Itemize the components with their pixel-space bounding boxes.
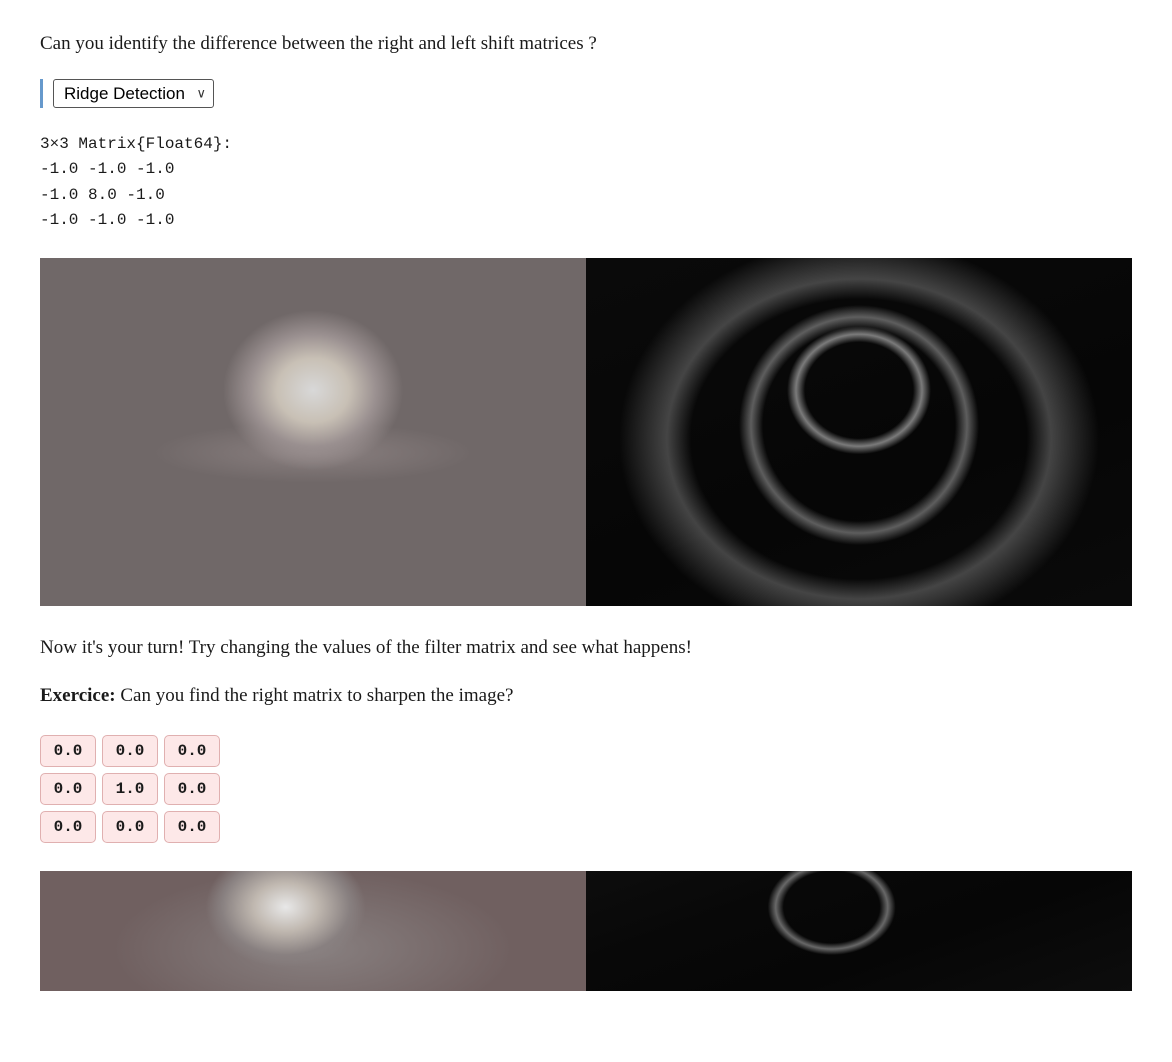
images-container: [40, 258, 1132, 606]
original-coffee-image: [40, 258, 586, 606]
matrix-cell-0-1[interactable]: [102, 735, 158, 767]
matrix-cell-1-2[interactable]: [164, 773, 220, 805]
matrix-cell-1-0[interactable]: [40, 773, 96, 805]
matrix-cell-0-0[interactable]: [40, 735, 96, 767]
matrix-row-2: -1.0 -1.0 -1.0: [40, 208, 1132, 234]
exercise-label: Exercice:: [40, 685, 116, 706]
dropdown-container: Ridge DetectionEdge DetectionSharpenBlur…: [40, 79, 1132, 108]
matrix-input-grid: [40, 735, 1132, 843]
matrix-cell-2-1[interactable]: [102, 811, 158, 843]
original-image-panel: [40, 258, 586, 606]
matrix-cell-0-2[interactable]: [164, 735, 220, 767]
matrix-cell-2-2[interactable]: [164, 811, 220, 843]
ridge-coffee-image: [586, 258, 1132, 606]
matrix-row-1: -1.0 8.0 -1.0: [40, 183, 1132, 209]
matrix-row-0: -1.0 -1.0 -1.0: [40, 157, 1132, 183]
matrix-cell-2-0[interactable]: [40, 811, 96, 843]
ridge-image-panel: [586, 258, 1132, 606]
bottom-images-container: [40, 871, 1132, 991]
matrix-cell-1-1[interactable]: [102, 773, 158, 805]
exercise-text: Exercice: Can you find the right matrix …: [40, 682, 1132, 711]
select-wrapper[interactable]: Ridge DetectionEdge DetectionSharpenBlur…: [53, 79, 214, 108]
description-text: Now it's your turn! Try changing the val…: [40, 634, 1132, 663]
bottom-original-panel: [40, 871, 586, 991]
exercise-body: Can you find the right matrix to sharpen…: [116, 685, 514, 706]
bottom-filtered-panel: [586, 871, 1132, 991]
matrix-display: 3×3 Matrix{Float64}: -1.0 -1.0 -1.0 -1.0…: [40, 132, 1132, 234]
filter-select[interactable]: Ridge DetectionEdge DetectionSharpenBlur…: [53, 79, 214, 108]
question-text: Can you identify the difference between …: [40, 30, 1132, 59]
matrix-title: 3×3 Matrix{Float64}:: [40, 135, 232, 153]
